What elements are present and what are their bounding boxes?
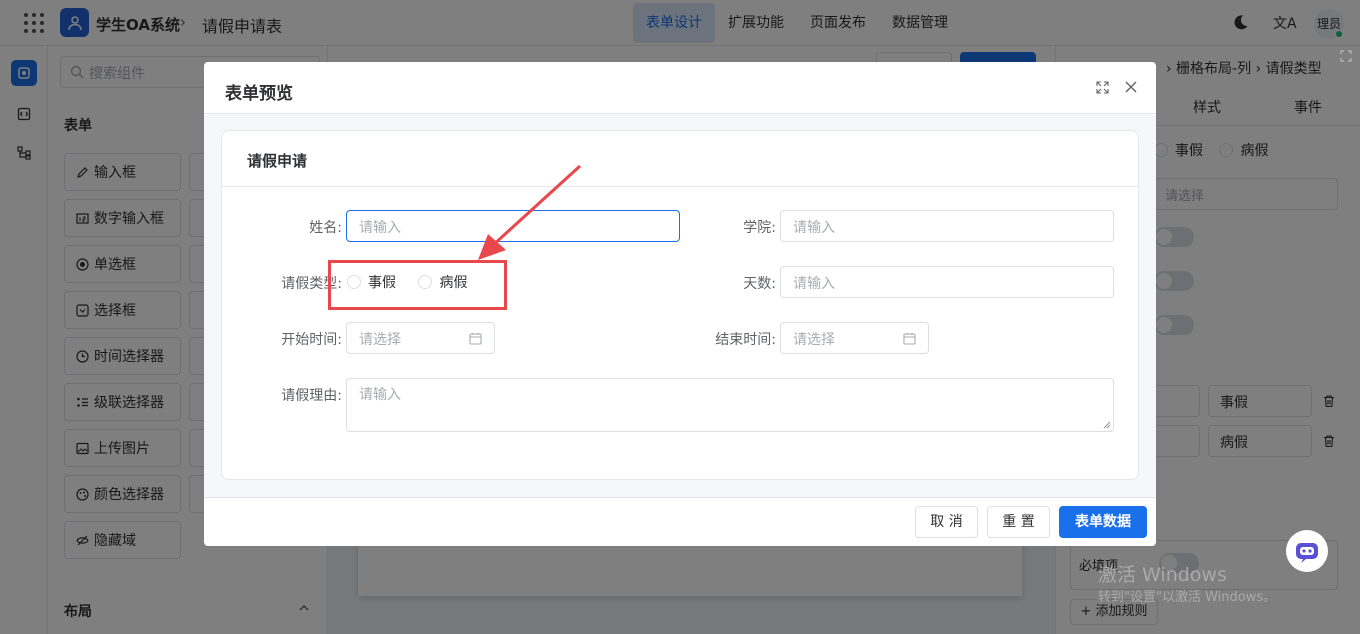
college-input[interactable]: 请输入 — [780, 210, 1114, 242]
college-label: 学院: — [743, 220, 776, 236]
reason-label: 请假理由: — [281, 388, 342, 404]
assistant-bot-button[interactable] — [1286, 530, 1328, 572]
resize-handle-icon[interactable] — [1103, 421, 1111, 429]
form-data-button[interactable]: 表单数据 — [1059, 506, 1147, 538]
days-label: 天数: — [743, 276, 776, 292]
leave-type-label: 请假类型: — [281, 276, 342, 292]
close-icon[interactable] — [1124, 80, 1138, 94]
expand-icon[interactable] — [1340, 50, 1352, 62]
end-time-placeholder: 请选择 — [793, 332, 835, 348]
cancel-button[interactable]: 取 消 — [915, 506, 978, 538]
windows-activation-watermark: 激活 Windows — [1098, 564, 1227, 586]
end-time-picker[interactable]: 请选择 — [780, 322, 929, 354]
annotation-arrow-icon — [478, 164, 582, 260]
start-time-placeholder: 请选择 — [359, 332, 401, 348]
footer-divider — [204, 497, 1156, 498]
end-time-label: 结束时间: — [715, 332, 776, 348]
robot-icon — [1296, 543, 1318, 563]
start-time-label: 开始时间: — [281, 332, 342, 348]
days-input[interactable]: 请输入 — [780, 266, 1114, 298]
start-time-picker[interactable]: 请选择 — [346, 322, 495, 354]
fullscreen-icon[interactable] — [1096, 81, 1109, 94]
reason-placeholder: 请输入 — [359, 387, 401, 403]
name-label: 姓名: — [309, 220, 342, 236]
reason-textarea[interactable]: 请输入 — [346, 378, 1114, 432]
reset-button[interactable]: 重 置 — [987, 506, 1050, 538]
calendar-icon — [903, 333, 916, 345]
calendar-icon — [469, 333, 482, 345]
dialog-title: 表单预览 — [225, 84, 293, 104]
form-card-title: 请假申请 — [247, 152, 308, 170]
windows-activation-hint: 转到"设置"以激活 Windows。 — [1098, 590, 1277, 605]
card-divider — [222, 186, 1138, 187]
